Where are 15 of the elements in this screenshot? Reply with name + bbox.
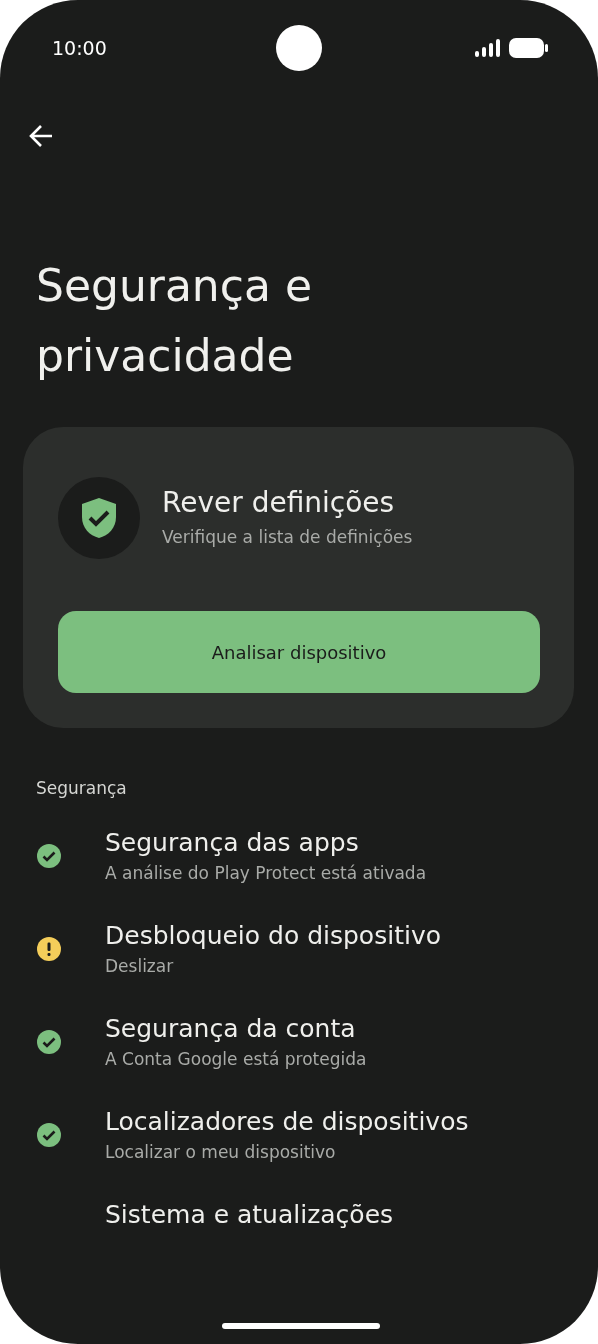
settings-item[interactable]: Segurança das apps A análise do Play Protect está ativada [105, 828, 427, 883]
page-title: Segurança e privacidade [36, 259, 313, 383]
card-subtitle: Verifique a lista de definições [162, 526, 413, 547]
settings-item[interactable]: Sistema e atualizações [105, 1200, 394, 1229]
battery-icon [509, 38, 548, 58]
signal-icon [475, 39, 501, 57]
card-title: Rever definições [162, 485, 396, 519]
status-time: 10:00 [52, 37, 107, 59]
settings-item[interactable]: Segurança da conta A Conta Google está protegida [105, 1014, 367, 1069]
settings-item[interactable]: Desbloqueio do dispositivo Deslizar [105, 921, 441, 976]
settings-item[interactable]: Localizadores de dispositivos Localizar o meu dispositivo [105, 1107, 469, 1162]
section-header: Segurança [36, 778, 128, 798]
back-icon[interactable] [28, 124, 54, 148]
camera-icon [276, 25, 322, 71]
analyze-button[interactable]: Analisar dispositivo [58, 611, 540, 693]
